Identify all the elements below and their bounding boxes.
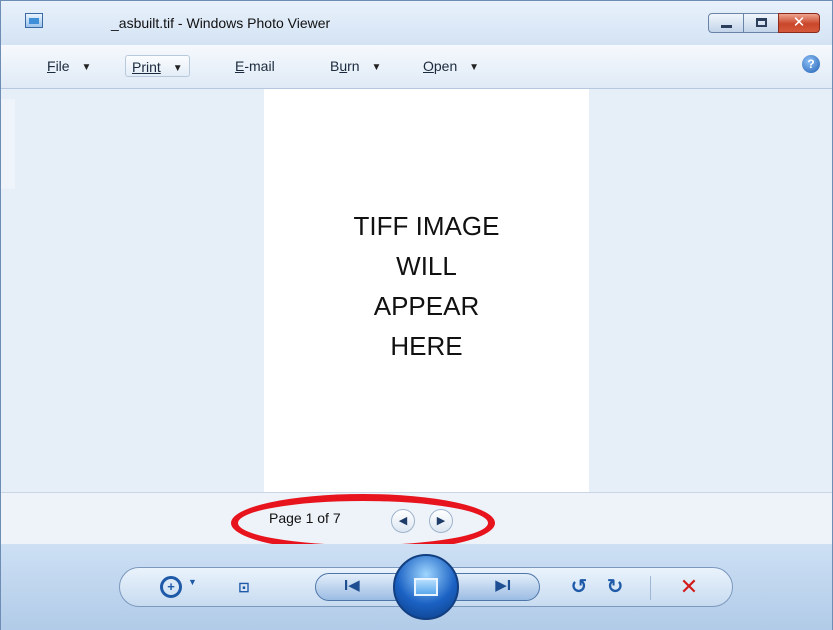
tiff-page: TIFF IMAGE WILL APPEAR HERE [264,89,589,492]
menu-email[interactable]: E-mail [229,55,281,77]
previous-page-button[interactable]: ◀ [391,509,415,533]
placeholder-line: WILL [396,251,457,281]
viewport-side-strip [1,99,15,189]
next-image-icon[interactable]: ▶I [495,576,511,594]
menu-burn-pre: B [330,58,340,74]
page-navigation-bar: Page 1 of 7 ◀ ▶ [1,492,832,544]
menu-print-label: rint [141,59,161,75]
menu-burn-mnemonic: u [339,58,348,74]
rotate-counterclockwise-icon[interactable]: ↺ [568,576,590,598]
placeholder-line: HERE [390,331,463,361]
placeholder-line: TIFF IMAGE [353,211,500,241]
menu-open-mnemonic: O [423,58,434,74]
menu-burn-post: rn [347,58,360,74]
menu-bar: File ▼ Print ▼ E-mail Burn ▼ Open ▼ ? [1,45,832,89]
rotate-clockwise-icon[interactable]: ↻ [604,576,626,598]
toolbar-capsule: + ▼ ⊡ I◀ ▶I ↺ ↻ ✕ [119,554,733,620]
minimize-button[interactable] [708,13,744,33]
maximize-button[interactable] [743,13,779,33]
menu-burn[interactable]: Burn ▼ [324,55,387,77]
placeholder-line: APPEAR [373,291,480,321]
chevron-down-icon: ▼ [371,62,382,73]
chevron-left-icon: ◀ [398,515,408,527]
menu-file-mnemonic: F [47,58,56,74]
slideshow-icon [414,578,438,596]
page-indicator: Page 1 of 7 [269,510,341,526]
window-title: _asbuilt.tif - Windows Photo Viewer [111,15,331,31]
menu-file-label: ile [55,58,70,74]
image-viewport[interactable]: TIFF IMAGE WILL APPEAR HERE [1,89,832,492]
close-icon: ✕ [792,14,806,31]
bottom-toolbar: + ▼ ⊡ I◀ ▶I ↺ ↻ ✕ [1,544,832,630]
title-bar[interactable]: _asbuilt.tif - Windows Photo Viewer ✕ [1,1,832,45]
chevron-down-icon: ▼ [172,63,183,74]
menu-print[interactable]: Print ▼ [125,55,190,77]
photo-viewer-window: _asbuilt.tif - Windows Photo Viewer ✕ Fi… [0,0,833,630]
close-button[interactable]: ✕ [778,13,820,33]
caption-buttons: ✕ [708,13,820,33]
actual-size-icon[interactable]: ⊡ [230,576,258,598]
delete-icon[interactable]: ✕ [678,576,700,598]
previous-image-icon[interactable]: I◀ [344,576,360,594]
minimize-icon [721,25,732,28]
zoom-icon[interactable]: + [160,576,182,598]
chevron-right-icon: ▶ [436,515,446,527]
toolbar-divider [650,576,651,600]
chevron-down-icon: ▼ [469,62,480,73]
menu-email-label: -mail [244,58,275,74]
zoom-dropdown-icon[interactable]: ▼ [188,577,197,587]
next-page-button[interactable]: ▶ [429,509,453,533]
menu-print-mnemonic: P [132,59,142,75]
menu-file[interactable]: File ▼ [41,55,97,77]
chevron-down-icon: ▼ [81,62,92,73]
placeholder-text: TIFF IMAGE WILL APPEAR HERE [264,206,589,366]
menu-open[interactable]: Open ▼ [417,55,485,77]
help-icon[interactable]: ? [802,55,820,73]
menu-open-label: pen [433,58,458,74]
photo-viewer-app-icon[interactable] [25,13,43,28]
menu-email-mnemonic: E [235,58,245,74]
slideshow-button[interactable] [393,554,459,620]
maximize-icon [756,18,767,27]
